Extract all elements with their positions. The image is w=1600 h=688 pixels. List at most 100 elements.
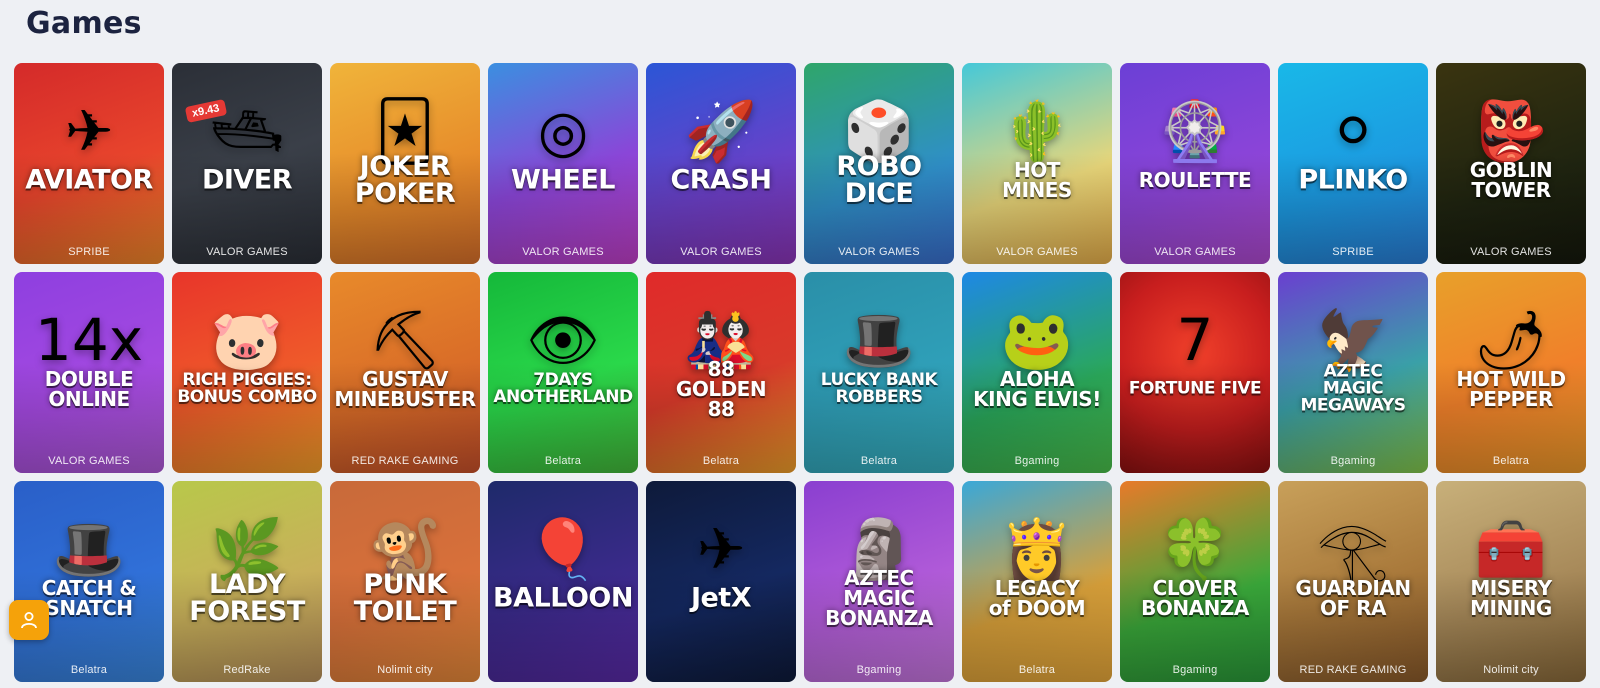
game-tile[interactable]: 𓂀 GUARDIAN OF RA RED RAKE GAMING (1278, 481, 1428, 682)
user-profile-button[interactable] (9, 600, 49, 640)
game-tile[interactable]: 🛥 x9.43 DIVER VALOR GAMES (172, 63, 322, 264)
game-title: DOUBLE ONLINE (44, 366, 134, 411)
game-provider: Bgaming (1330, 455, 1376, 467)
game-provider: Belatra (1018, 664, 1056, 676)
game-tile[interactable]: 🎩 CATCH & SNATCH Belatra (14, 481, 164, 682)
game-title: LEGACY of DOOM (988, 575, 1086, 620)
game-title: CLOVER BONANZA (1141, 575, 1249, 620)
game-provider: Belatra (70, 664, 108, 676)
game-tile[interactable]: 🦅 AZTEC MAGIC MEGAWAYS Bgaming (1278, 272, 1428, 473)
game-tile[interactable]: 🍀 CLOVER BONANZA Bgaming (1120, 481, 1270, 682)
game-provider: SPRIBE (1332, 246, 1374, 258)
game-title: 88 GOLDEN 88 (675, 356, 767, 421)
game-tile[interactable]: 🎎 88 GOLDEN 88 Belatra (646, 272, 796, 473)
game-title: WHEEL (511, 164, 615, 196)
game-title: HOT WILD PEPPER (1456, 366, 1566, 411)
game-artwork: ✈ (64, 97, 114, 166)
games-grid: ✈ AVIATOR SPRIBE 🛥 x9.43 DIVER VALOR GAMES 🃏 JOK… (14, 63, 1586, 682)
game-tile[interactable]: 🐷 RICH PIGGIES: BONUS COMBO (172, 272, 322, 473)
game-artwork: ⚪ (1328, 97, 1378, 166)
game-provider: Bgaming (1172, 664, 1218, 676)
game-provider: Nolimit city (377, 664, 433, 676)
game-title: ROBO DICE (836, 150, 922, 209)
page-title: Games (26, 6, 142, 41)
game-title: LUCKY BANK ROBBERS (820, 369, 938, 407)
game-title: RICH PIGGIES: BONUS COMBO (177, 369, 317, 407)
game-artwork: 7 (1176, 306, 1214, 375)
game-provider: VALOR GAMES (996, 246, 1078, 258)
game-title: BALLOON (493, 582, 633, 614)
game-artwork: 🌶 (1474, 306, 1548, 375)
game-title: MISERY MINING (1470, 575, 1552, 620)
game-tile[interactable]: ⛏ GUSTAV MINEBUSTER RED RAKE GAMING (330, 272, 480, 473)
game-title: ROULETTE (1138, 167, 1252, 192)
game-provider: Belatra (702, 455, 740, 467)
game-tile[interactable]: 🎈 BALLOON (488, 481, 638, 682)
game-artwork: 🎩 (52, 515, 126, 584)
game-tile[interactable]: 🎩 LUCKY BANK ROBBERS Belatra (804, 272, 954, 473)
game-provider: RedRake (223, 664, 271, 676)
game-tile[interactable]: 🎡 ROULETTE VALOR GAMES (1120, 63, 1270, 264)
game-title: GOBLIN TOWER (1469, 157, 1553, 202)
game-provider: RED RAKE GAMING (1299, 664, 1407, 676)
game-tile[interactable]: 🚀 CRASH VALOR GAMES (646, 63, 796, 264)
game-provider: VALOR GAMES (838, 246, 920, 258)
game-provider: VALOR GAMES (206, 246, 288, 258)
game-title: ALOHA KING ELVIS! (973, 366, 1101, 411)
game-title: GUARDIAN OF RA (1295, 575, 1411, 620)
game-tile[interactable]: 🌶 HOT WILD PEPPER Belatra (1436, 272, 1586, 473)
game-title: JetX (690, 582, 752, 614)
game-provider: SPRIBE (68, 246, 110, 258)
game-tile[interactable]: 🐒 PUNK TOILET Nolimit city (330, 481, 480, 682)
game-provider: Bgaming (1014, 455, 1060, 467)
game-artwork: 🍀 (1158, 515, 1232, 584)
game-tile[interactable]: 🌵 HOT MINES VALOR GAMES (962, 63, 1112, 264)
game-tile[interactable]: 7 FORTUNE FIVE (1120, 272, 1270, 473)
game-artwork: 𓂀 (1316, 515, 1390, 584)
game-artwork: 🐸 (1000, 306, 1074, 375)
game-tile[interactable]: 👁 7DAYS ANOTHERLAND Belatra (488, 272, 638, 473)
game-tile[interactable]: 🌿 LADY FOREST RedRake (172, 481, 322, 682)
game-artwork: 🎩 (842, 306, 916, 375)
game-provider: VALOR GAMES (48, 455, 130, 467)
game-tile[interactable]: ◎ WHEEL VALOR GAMES (488, 63, 638, 264)
game-title: DIVER (201, 164, 293, 196)
game-tile[interactable]: ✈ AVIATOR SPRIBE (14, 63, 164, 264)
game-artwork: 👸 (1000, 515, 1074, 584)
game-artwork: 👺 (1474, 97, 1548, 166)
game-title: GUSTAV MINEBUSTER (334, 366, 476, 411)
game-tile[interactable]: 👺 GOBLIN TOWER VALOR GAMES (1436, 63, 1586, 264)
game-artwork: ◎ (537, 97, 589, 166)
game-tile[interactable]: 14x DOUBLE ONLINE VALOR GAMES (14, 272, 164, 473)
game-artwork: 🧰 (1474, 515, 1548, 584)
game-title: 7DAYS ANOTHERLAND (493, 369, 633, 407)
game-title: JOKER POKER (354, 150, 456, 209)
game-title: PLINKO (1298, 164, 1408, 196)
game-provider: VALOR GAMES (522, 246, 604, 258)
game-tile[interactable]: 🗿 AZTEC MAGIC BONANZA Bgaming (804, 481, 954, 682)
game-title: PUNK TOILET (353, 568, 457, 627)
game-title: HOT MINES (1002, 157, 1072, 202)
game-tile[interactable]: 🧰 MISERY MINING Nolimit city (1436, 481, 1586, 682)
game-tile[interactable]: 🎲 ROBO DICE VALOR GAMES (804, 63, 954, 264)
game-title: AZTEC MAGIC BONANZA (825, 565, 933, 630)
game-title: AZTEC MAGIC MEGAWAYS (1300, 361, 1406, 416)
game-artwork: ✈ (696, 515, 746, 584)
game-provider: VALOR GAMES (1154, 246, 1236, 258)
game-tile[interactable]: 🐸 ALOHA KING ELVIS! Bgaming (962, 272, 1112, 473)
game-artwork: ⛏ (368, 306, 442, 375)
game-tile[interactable]: ⚪ PLINKO SPRIBE (1278, 63, 1428, 264)
game-artwork: 👁 (526, 306, 600, 375)
game-provider: Belatra (1492, 455, 1530, 467)
game-artwork: 14x (34, 306, 144, 375)
game-title: AVIATOR (25, 164, 153, 196)
game-artwork: 🎡 (1158, 97, 1232, 166)
game-provider: VALOR GAMES (1470, 246, 1552, 258)
game-tile[interactable]: 🃏 JOKER POKER (330, 63, 480, 264)
game-tile[interactable]: ✈ JetX (646, 481, 796, 682)
game-tile[interactable]: 👸 LEGACY of DOOM Belatra (962, 481, 1112, 682)
game-provider: Bgaming (856, 664, 902, 676)
game-provider: Nolimit city (1483, 664, 1539, 676)
game-provider: Belatra (544, 455, 582, 467)
game-title: LADY FOREST (189, 568, 305, 627)
